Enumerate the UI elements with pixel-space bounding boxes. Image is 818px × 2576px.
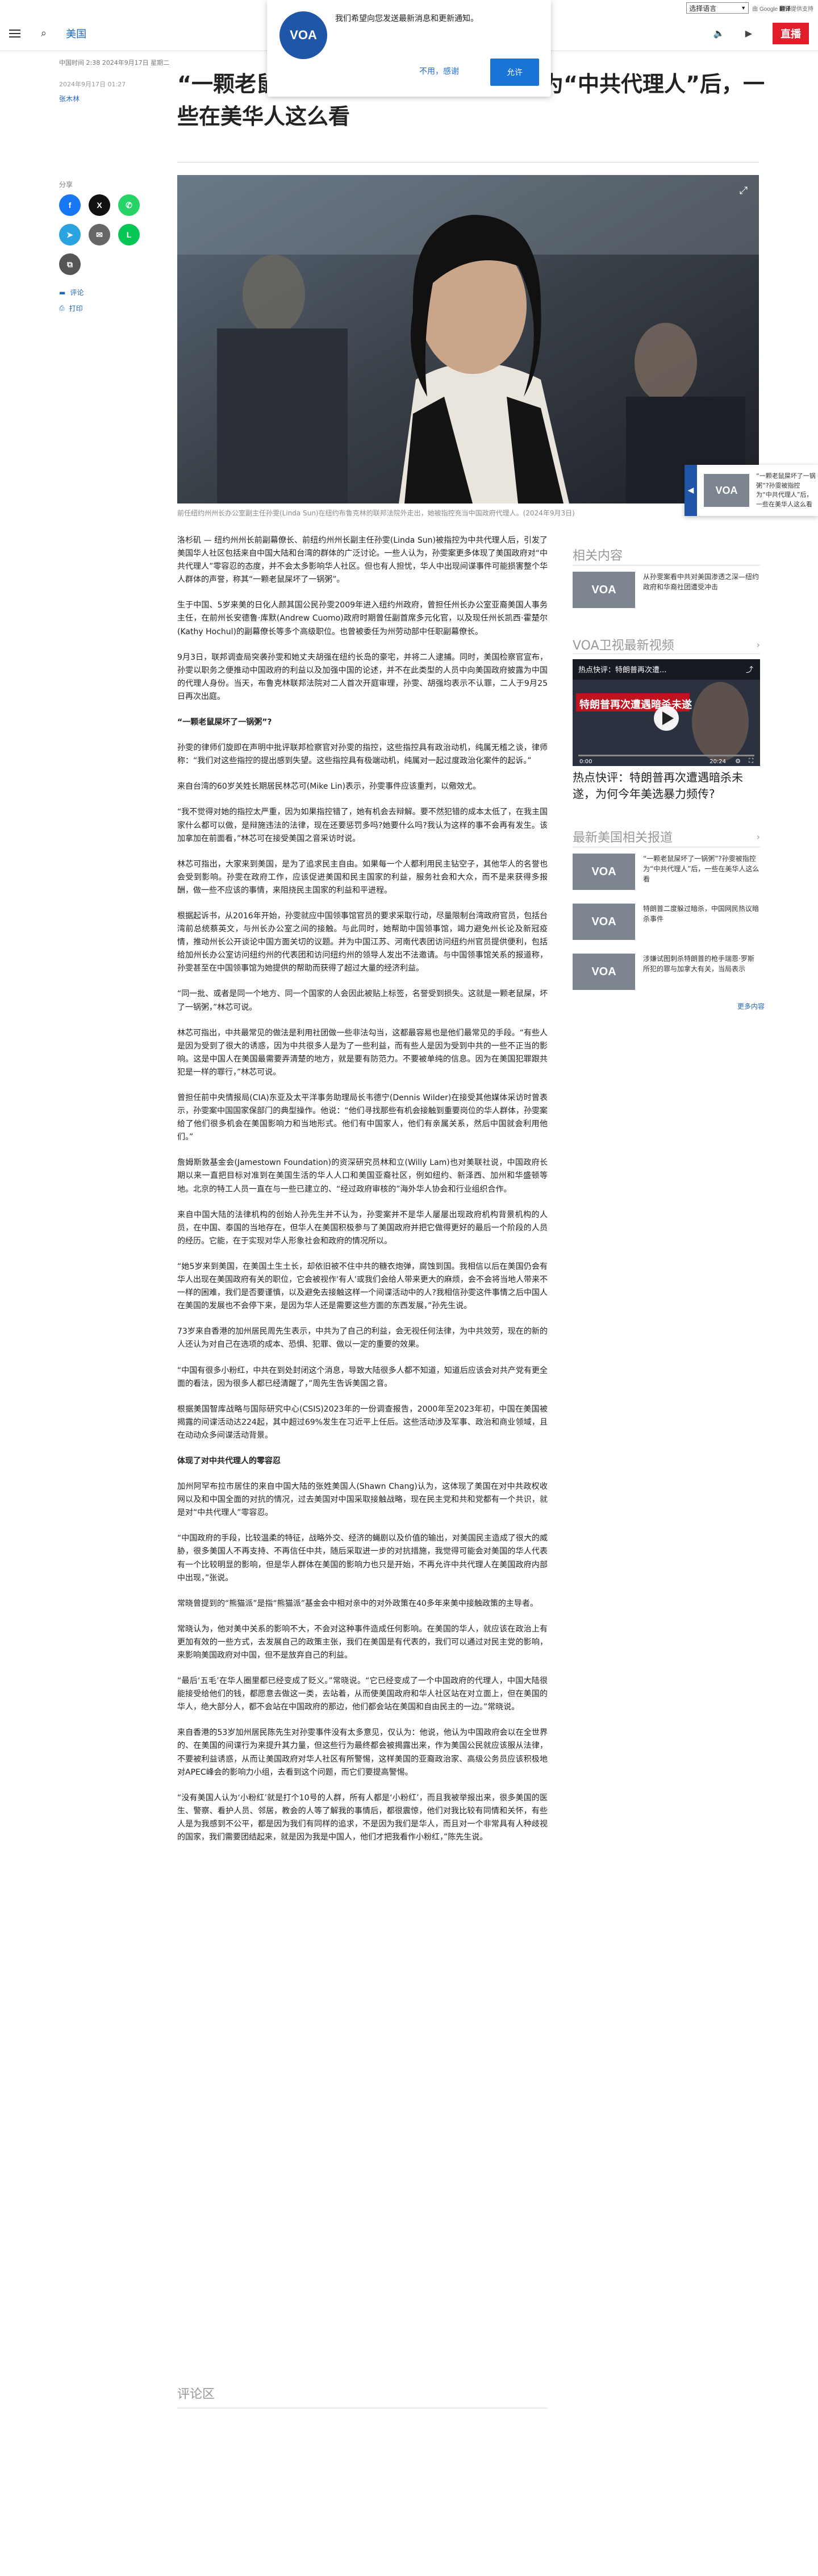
latest-item[interactable]: VOA 涉嫌试图刺杀特朗普的枪手瑞恩·罗斯所犯的罪与加拿大有关，当局表示: [573, 954, 760, 990]
latest-item-title: “一颗老鼠屎坏了一锅粥”?孙雯被指控为“中共代理人”后，一些在美华人这么看: [643, 855, 759, 883]
telegram-icon[interactable]: ➤: [59, 224, 81, 245]
latest-thumbnail: VOA: [573, 954, 635, 990]
chevron-left-icon[interactable]: ◀: [685, 465, 697, 516]
line-icon[interactable]: L: [118, 224, 140, 245]
latest-thumbnail: VOA: [573, 904, 635, 940]
section-heading: 体现了对中共代理人的零容忍: [177, 1456, 281, 1466]
article-body: 洛杉矶 — 纽约州州长前副幕僚长、前纽约州州长副主任孙雯(Linda Sun)被…: [177, 534, 548, 1857]
whatsapp-icon[interactable]: ✆: [118, 194, 140, 216]
paragraph: 林芯可指出，中共最常见的做法是利用社团做一些非法勾当，这都最容易也是他们最常见的…: [177, 1028, 548, 1077]
floating-related-card[interactable]: ◀ VOA “一颗老鼠屎坏了一锅粥”?孙雯被指控为“中共代理人”后，一些在美华人…: [685, 465, 818, 516]
print-icon: ⎙: [59, 304, 65, 312]
video-player[interactable]: 热点快评：特朗普再次遭... ⤴ 特朗普再次遭遇暗杀未遂 0:00 20:24 …: [573, 659, 760, 766]
comment-link[interactable]: ▬ 评论: [59, 288, 84, 297]
live-button[interactable]: 直播: [773, 22, 809, 44]
latest-item-title: 涉嫌试图刺杀特朗普的枪手瑞恩·罗斯所犯的罪与加拿大有关，当局表示: [643, 955, 754, 973]
latest-item[interactable]: VOA 特朗普二度躲过暗杀，中国网民热议暗杀事件: [573, 904, 760, 940]
related-content-title: 相关内容: [573, 549, 623, 563]
notification-message: 我们希望向您发送最新消息和更新通知。: [335, 14, 478, 23]
divider: [177, 162, 759, 163]
dateline: 中国时间 2:38 2024年9月17日 星期二: [59, 59, 170, 66]
share-buttons: f X ✆ ➤ ✉ L ⧉: [59, 194, 140, 275]
translate-strip: 选择语言 ▼ 由 Google 翻译提供支持: [670, 0, 818, 16]
paragraph: “中国有很多小粉红，中共在到处封闭这个消息，导致大陆很多人都不知道，知道后应该会…: [177, 1366, 548, 1388]
video-title[interactable]: 热点快评：特朗普再次遭遇暗杀未遂，为何今年美选暴力频传?: [573, 769, 760, 802]
paragraph: 常晓认为，他对美中关系的影响不大，不会对这种事件造成任何影响。在美国的华人，就应…: [177, 1624, 548, 1660]
language-select-label: 选择语言: [689, 4, 717, 13]
more-link[interactable]: 更多内容: [737, 1001, 765, 1011]
video-thumbnail: [573, 659, 760, 766]
paragraph: 詹姆斯敦基金会(Jamestown Foundation)的资深研究员林和立(W…: [177, 1158, 548, 1194]
latest-reports-title[interactable]: 最新美国相关报道 ›: [573, 827, 760, 846]
related-item-title: 从孙雯案看中共对美国渗透之深—纽约政府和华裔社团遭受冲击: [643, 573, 759, 591]
related-item[interactable]: VOA 从孙雯案看中共对美国渗透之深—纽约政府和华裔社团遭受冲击: [573, 572, 760, 608]
paragraph: 来自台湾的60岁关姓长期居民林芯可(Mike Lin)表示，孙雯事件应该重判，以…: [177, 782, 481, 792]
paragraph: “我不觉得对她的指控太严重，因为如果指控错了，她有机会去辩解。要不然犯错的成本太…: [177, 808, 548, 843]
paragraph: 洛杉矶 — 纽约州州长前副幕僚长、前纽约州州长副主任孙雯(Linda Sun)被…: [177, 536, 548, 585]
hero-image: ⤢: [177, 175, 759, 503]
paragraph: “中国政府的手段，比较温柔的特征，战略外交、经济的蝇剧以及价值的输出，对美国民主…: [177, 1534, 548, 1583]
paragraph: 加州阿罕布拉市居住的来自中国大陆的张姓美国人(Shawn Chang)认为，这体…: [177, 1482, 548, 1518]
notification-decline-button[interactable]: 不用，感谢: [419, 65, 459, 77]
latest-item-title: 特朗普二度躲过暗杀，中国网民热议暗杀事件: [643, 905, 759, 923]
share-icon[interactable]: ⤴: [746, 664, 753, 675]
paragraph: “最后‘五毛’在华人圈里都已经变成了贬义。”常晓说。“它已经变成了一个中国政府的…: [177, 1676, 548, 1712]
float-card-title: “一颗老鼠屎坏了一锅粥”?孙雯被指控为“中共代理人”后，一些在美华人这么看: [756, 472, 816, 508]
video-banner: 特朗普再次遭遇暗杀未遂: [579, 699, 692, 711]
paragraph: 林芯可指出，大家来到美国，是为了追求民主自由。如果每一个人都利用民主钻空子，其他…: [177, 859, 548, 895]
voa-logo: VOA: [279, 11, 327, 59]
print-link[interactable]: ⎙ 打印: [59, 303, 83, 313]
related-thumbnail: VOA: [573, 572, 635, 608]
audio-icon[interactable]: 🔈: [713, 28, 725, 39]
latest-item[interactable]: VOA “一颗老鼠屎坏了一锅粥”?孙雯被指控为“中共代理人”后，一些在美华人这么…: [573, 854, 760, 890]
chevron-down-icon: ▼: [741, 5, 746, 11]
author-link[interactable]: 张木林: [59, 94, 80, 103]
chevron-right-icon: ›: [756, 639, 760, 650]
section-heading: “一颗老鼠屎坏了一锅粥”?: [177, 718, 272, 727]
tv-videos-title[interactable]: VOA卫视最新视频 ›: [573, 635, 760, 654]
facebook-icon[interactable]: f: [59, 194, 81, 216]
image-caption: 前任纽约州州长办公室副主任孙雯(Linda Sun)在纽约布鲁克林的联邦法院外走…: [177, 509, 575, 517]
hero-photo: [177, 175, 759, 503]
video-overlay-title: 热点快评：特朗普再次遭...: [578, 666, 667, 675]
updated-date: 2024年9月17日 01:27: [59, 81, 126, 88]
chevron-right-icon: ›: [756, 831, 760, 842]
float-thumbnail: VOA: [704, 474, 749, 507]
video-time-current: 0:00: [579, 759, 592, 765]
paragraph: 根据起诉书，从2016年开始，孙雯就应中国领事馆官员的要求采取行动，尽量限制台湾…: [177, 911, 548, 973]
powered-by-text: 由 Google 翻译提供支持: [752, 6, 813, 13]
video-time-total: 20:24: [710, 759, 726, 765]
paragraph: “没有美国人认为‘小粉红’就是打个10号的人群，所有人都是‘小粉红’，而且我被举…: [177, 1793, 548, 1842]
video-icon[interactable]: ▶: [745, 28, 752, 39]
expand-icon[interactable]: ⤢: [736, 183, 751, 198]
comments-heading: 评论区: [177, 2384, 548, 2408]
copy-link-icon[interactable]: ⧉: [59, 253, 81, 275]
notification-popup: VOA 我们希望向您发送最新消息和更新通知。 不用，感谢 允许: [267, 0, 551, 97]
x-icon[interactable]: X: [89, 194, 110, 216]
settings-icon[interactable]: ⚙: [735, 758, 741, 765]
search-icon[interactable]: ⌕: [41, 27, 47, 39]
section-link[interactable]: 美国: [66, 26, 86, 41]
paragraph: 曾担任前中央情报局(CIA)东亚及太平洋事务助理局长韦德宁(Dennis Wil…: [177, 1093, 548, 1142]
paragraph: 根据美国智库战略与国际研究中心(CSIS)2023年的一份调查报告，2000年至…: [177, 1404, 548, 1440]
comment-icon: ▬: [59, 288, 66, 297]
language-select[interactable]: 选择语言 ▼: [686, 2, 749, 14]
paragraph: 来自香港的53岁加州居民陈先生对孙雯事件没有太多意见，仅认为：他说，他认为中国政…: [177, 1728, 548, 1777]
menu-icon[interactable]: [9, 29, 20, 38]
paragraph: 9月3日，联邦调查局突袭孙雯和她丈夫胡强在纽约长岛的豪宅，并将二人逮捕。同时，美…: [177, 652, 548, 701]
notification-allow-button[interactable]: 允许: [490, 59, 539, 86]
latest-thumbnail: VOA: [573, 854, 635, 890]
paragraph: 来自中国大陆的法律机构的创始人孙先生并不认为，孙雯案并不是华人屡屡出现政府机构背…: [177, 1210, 548, 1246]
paragraph: 73岁来自香港的加州居民周先生表示，中共为了自己的利益，会无视任何法律，为中共效…: [177, 1327, 548, 1350]
paragraph: 生于中国、5岁来美的日化人颜其国公民孙雯2009年进入纽约州政府，曾担任州长办公…: [177, 601, 548, 636]
paragraph: “她5岁来到美国，在美国土生土长，却依旧被不住中共的糖衣炮弹，腐蚀到国。我相信以…: [177, 1262, 548, 1311]
fullscreen-icon[interactable]: ⛶: [749, 757, 753, 765]
paragraph: 孙雯的律师们旋即在声明中批评联邦检察官对孙雯的指控，这些指控具有政治动机，纯属无…: [177, 743, 548, 766]
paragraph: “同一批、或者是同一个地方、同一个国家的人会因此被贴上标签，名誉受到损失。这就是…: [177, 989, 548, 1012]
paragraph: 常晓曾提到的“熊猫派”是指“熊猫派”基金会中相对亲中的对外政策在40多年来美中接…: [177, 1599, 538, 1608]
share-label: 分享: [59, 181, 73, 189]
email-icon[interactable]: ✉: [89, 224, 110, 245]
